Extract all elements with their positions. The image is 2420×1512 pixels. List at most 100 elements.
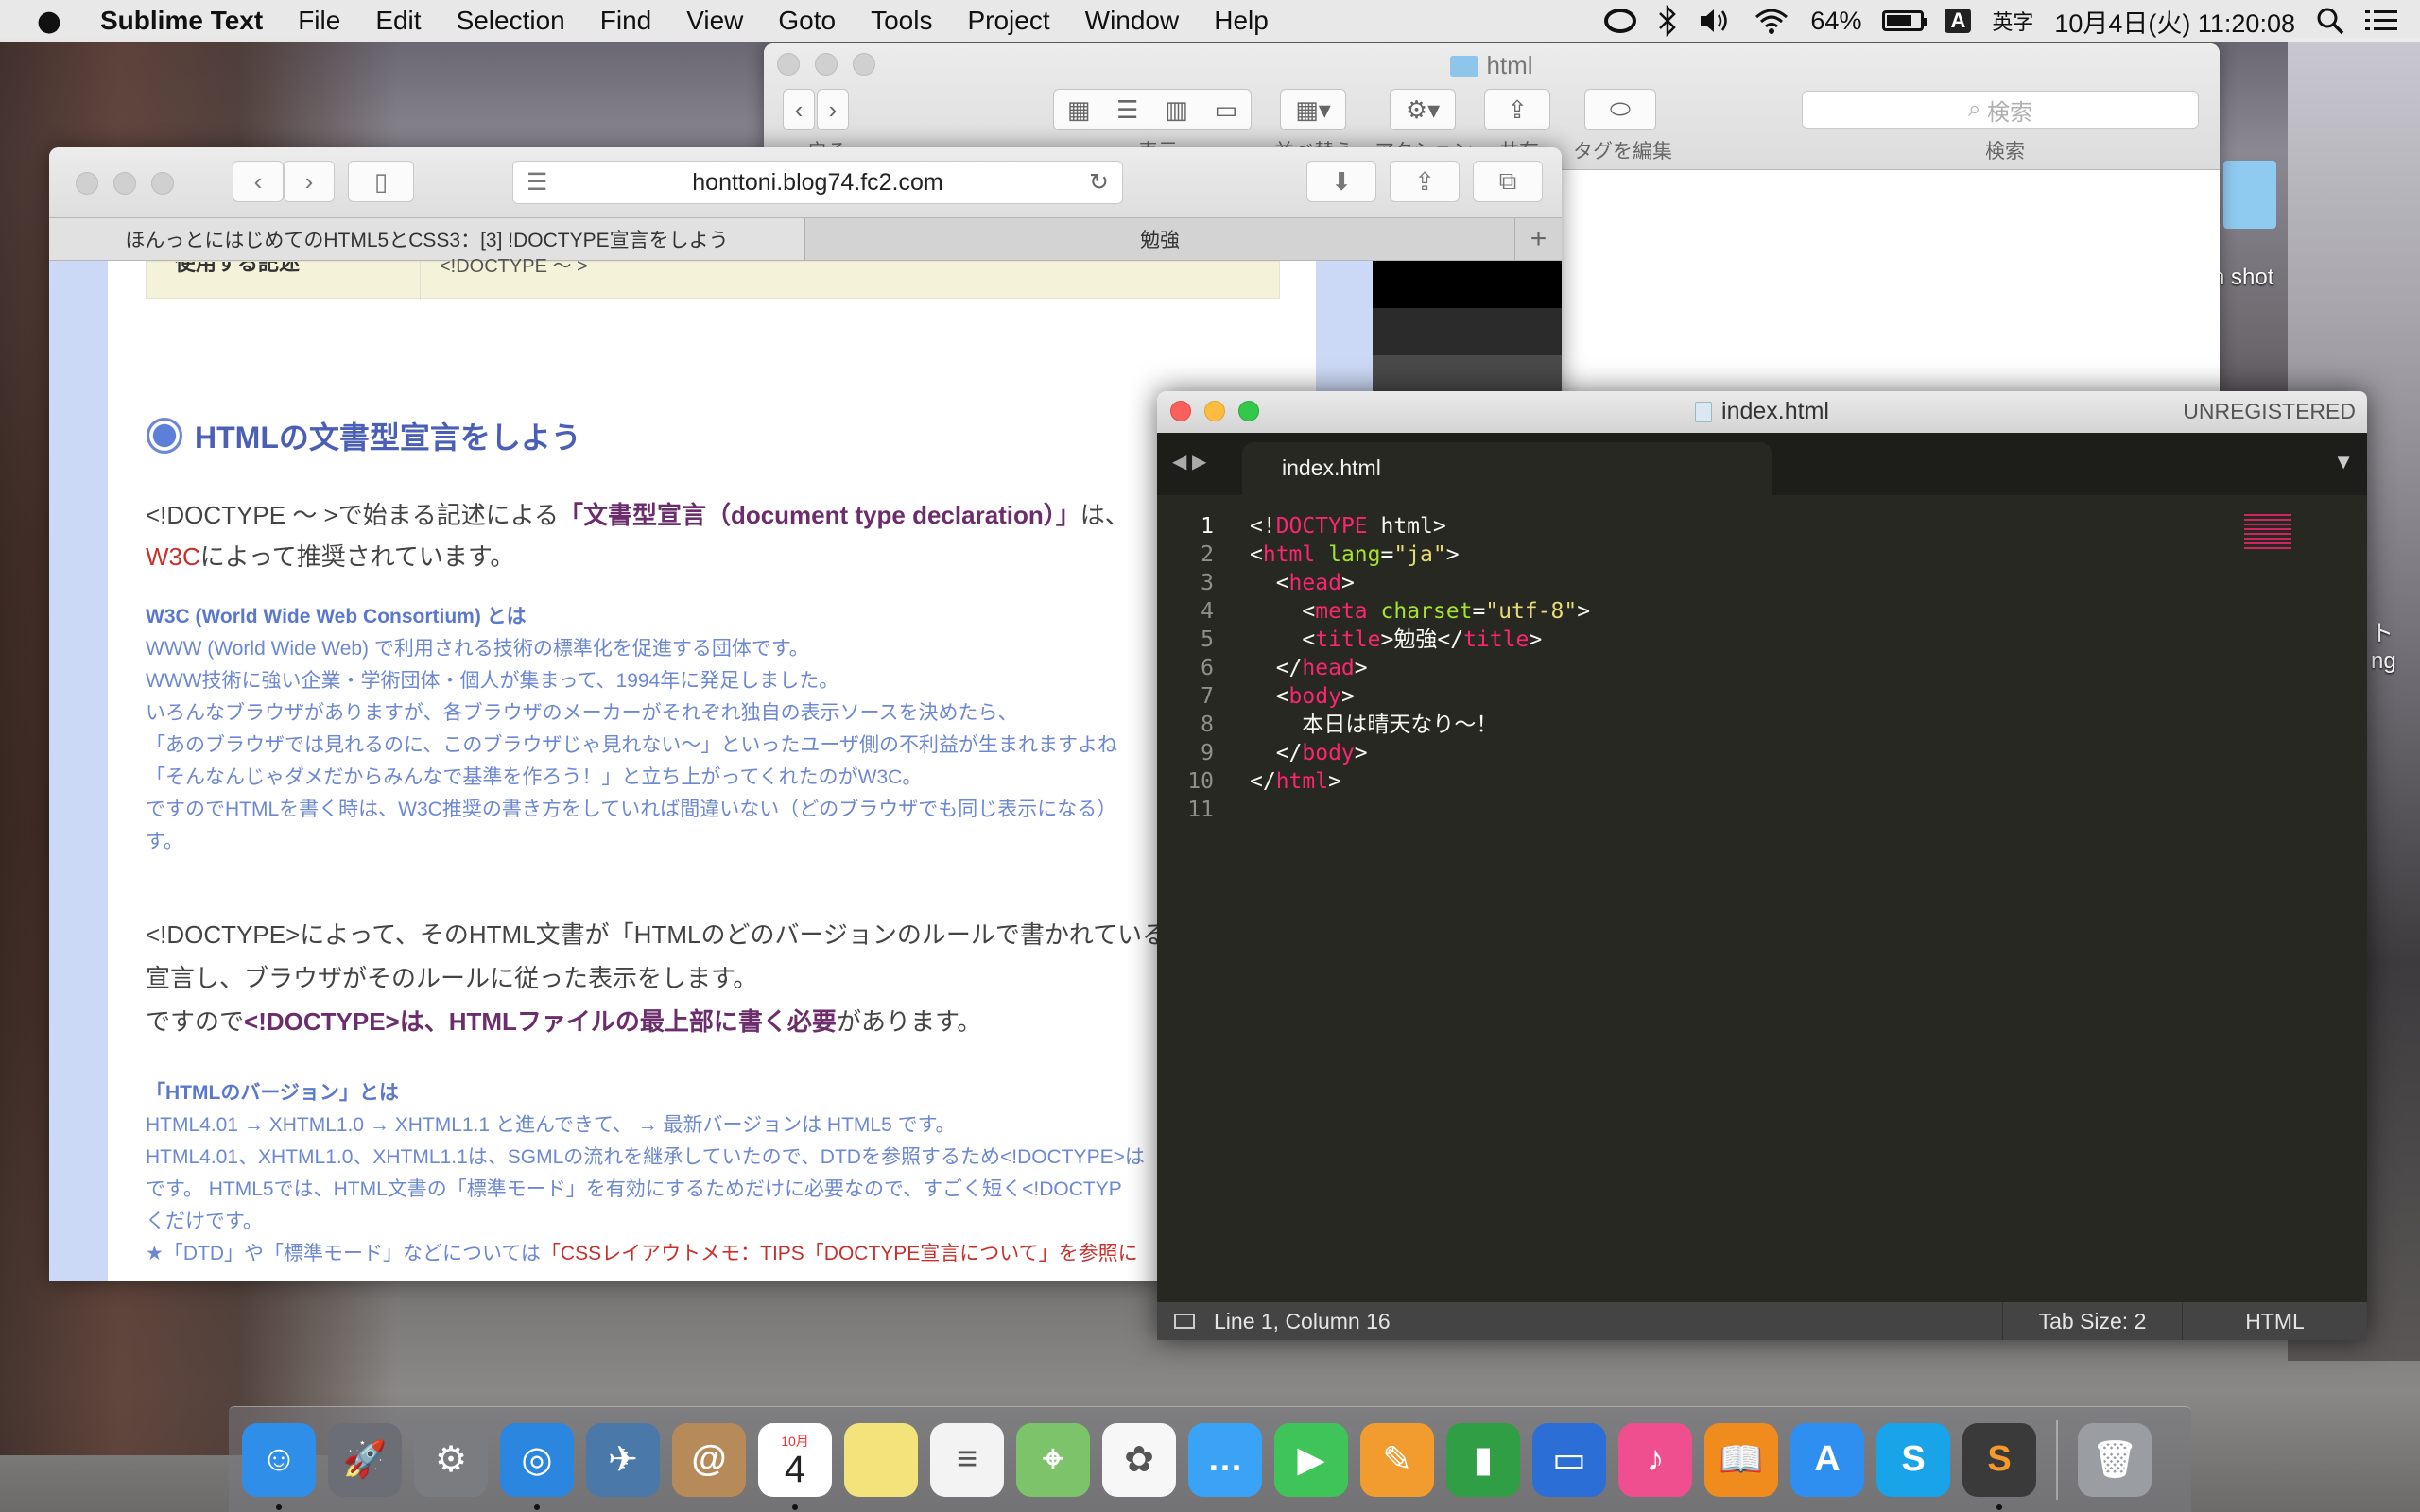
column-view-icon[interactable]: ▥ — [1165, 95, 1188, 125]
menu-file[interactable]: File — [298, 6, 340, 36]
code-line[interactable]: <body> — [1250, 682, 1590, 711]
dock-trash-icon[interactable]: 🗑 — [2078, 1422, 2152, 1497]
w3c-link[interactable]: W3C — [146, 542, 200, 571]
dock-contacts-icon[interactable]: @ — [672, 1422, 746, 1497]
list-view-icon[interactable]: ☰ — [1116, 95, 1138, 125]
dock-calendar-icon[interactable]: 10月 4 — [758, 1422, 832, 1510]
code-line[interactable]: <head> — [1250, 569, 1590, 597]
address-bar[interactable]: ☰ honttoni.blog74.fc2.com ↻ — [512, 161, 1123, 204]
desktop-item-label[interactable]: ト — [2371, 614, 2394, 647]
view-mode-control[interactable]: ▦ ☰ ▥ ▭ — [1053, 89, 1252, 130]
code-line[interactable] — [1250, 796, 1590, 824]
syntax-selector[interactable]: HTML — [2182, 1302, 2367, 1340]
app-menu[interactable]: Sublime Text — [100, 6, 263, 36]
spotlight-icon[interactable] — [2316, 7, 2344, 35]
dock-finder-icon[interactable]: ☺ — [242, 1422, 316, 1510]
dock-itunes-icon[interactable]: ♪ — [1618, 1422, 1692, 1497]
dock-ibooks-icon[interactable]: 📖 — [1704, 1422, 1778, 1497]
menu-project[interactable]: Project — [967, 6, 1049, 36]
zoom-button[interactable] — [151, 172, 174, 195]
close-button[interactable] — [76, 172, 98, 195]
dock-photos-icon[interactable]: ✿ — [1102, 1422, 1176, 1497]
notification-center-icon[interactable] — [2365, 8, 2397, 34]
apple-menu-icon[interactable]: ● — [21, 5, 78, 38]
dock-maps-icon[interactable]: ⌖ — [1016, 1422, 1090, 1497]
dock-keynote-icon[interactable]: ▭ — [1532, 1422, 1606, 1497]
tab-nav-arrows-icon[interactable]: ◀ ▶ — [1172, 450, 1206, 473]
back-button[interactable]: ‹ — [233, 161, 284, 202]
dock-pages-icon[interactable]: ✎ — [1360, 1422, 1434, 1497]
minimize-button[interactable] — [113, 172, 136, 195]
arrange-button[interactable]: ▦▾ — [1280, 89, 1346, 130]
code-line[interactable]: <meta charset="utf-8"> — [1250, 597, 1590, 626]
dock-notes-icon[interactable] — [844, 1422, 918, 1497]
dock-app-store-icon[interactable]: A — [1790, 1422, 1864, 1497]
url-text[interactable]: honttoni.blog74.fc2.com — [692, 169, 942, 197]
reader-icon[interactable]: ☰ — [527, 168, 547, 197]
code-line[interactable]: <html lang="ja"> — [1250, 541, 1590, 569]
tab-size-selector[interactable]: Tab Size: 2 — [2002, 1302, 2182, 1340]
finder-search-field[interactable]: ⌕ 検索 — [1802, 91, 2199, 129]
wifi-icon[interactable] — [1754, 7, 1789, 35]
menu-tools[interactable]: Tools — [871, 6, 932, 36]
code-line[interactable]: </head> — [1250, 654, 1590, 682]
tab-study[interactable]: 勉強 — [805, 218, 1514, 260]
code-line[interactable]: <title>勉強</title> — [1250, 626, 1590, 654]
dock-preview-icon[interactable]: ✈ — [586, 1422, 660, 1497]
menu-edit[interactable]: Edit — [375, 6, 421, 36]
desktop-item-label[interactable]: ng — [2371, 648, 2396, 675]
menu-view[interactable]: View — [686, 6, 743, 36]
battery-percent[interactable]: 64% — [1810, 7, 1861, 36]
new-tab-button[interactable]: + — [1514, 218, 1562, 260]
bluetooth-icon[interactable] — [1657, 5, 1678, 37]
tab-menu-icon[interactable]: ▼ — [2333, 450, 2354, 474]
css-layout-memo-link[interactable]: 「CSSレイアウトメモ：TIPS「DOCTYPE宣言について」を参照に — [541, 1243, 1138, 1264]
share-icon[interactable]: ⇪ — [1390, 161, 1460, 202]
panel-toggle-icon[interactable] — [1174, 1314, 1195, 1329]
menu-goto[interactable]: Goto — [778, 6, 836, 36]
dock-facetime-icon[interactable]: ▶ — [1274, 1422, 1348, 1497]
back-button[interactable]: ‹ — [783, 89, 815, 130]
share-icon[interactable]: ⇪ — [1484, 89, 1550, 130]
menu-window[interactable]: Window — [1085, 6, 1180, 36]
forward-button[interactable]: › — [817, 89, 849, 130]
tab-doctype-article[interactable]: ほんっとにはじめてのHTML5とCSS3：[3] !DOCTYPE宣言をしよう — [49, 218, 805, 260]
dock-messages-icon[interactable]: … — [1188, 1422, 1262, 1497]
reload-icon[interactable]: ↻ — [1089, 168, 1109, 197]
menu-help[interactable]: Help — [1214, 6, 1269, 36]
volume-icon[interactable] — [1699, 7, 1733, 35]
input-source-label[interactable]: 英字 — [1992, 6, 2033, 36]
downloads-icon[interactable]: ⬇ — [1306, 161, 1376, 202]
tag-icon[interactable]: ⬭ — [1584, 89, 1656, 130]
minimap[interactable] — [2244, 514, 2291, 552]
dock-sublime-text-icon[interactable]: S — [1962, 1422, 2036, 1510]
battery-icon[interactable] — [1882, 10, 1928, 31]
desktop-folder-icon[interactable] — [2223, 161, 2276, 229]
clock[interactable]: 10月4日(火) 11:20:08 — [2054, 3, 2295, 40]
dock-system-preferences-icon[interactable]: ⚙ — [414, 1422, 488, 1497]
menu-find[interactable]: Find — [600, 6, 651, 36]
cover-flow-icon[interactable]: ▭ — [1215, 95, 1238, 125]
code-editor[interactable]: 1 2 3 4 5 6 7 8 9 10 11 <!DOCTYPE html> … — [1157, 495, 2367, 1310]
dock-skype-icon[interactable]: S — [1876, 1422, 1950, 1497]
sidebar-icon[interactable]: ▯ — [348, 161, 414, 202]
icon-view-icon[interactable]: ▦ — [1067, 95, 1091, 125]
tabs-overview-icon[interactable]: ⧉ — [1473, 161, 1543, 202]
dock-launchpad-icon[interactable]: 🚀 — [328, 1422, 402, 1497]
cursor-position[interactable]: Line 1, Column 16 — [1157, 1309, 2002, 1334]
code-lines[interactable]: <!DOCTYPE html> <html lang="ja"> <head> … — [1250, 512, 1590, 824]
dock-safari-icon[interactable]: ◎ — [500, 1422, 574, 1510]
editor-tab-index[interactable]: index.html — [1242, 442, 1772, 495]
code-line[interactable]: <!DOCTYPE html> — [1250, 512, 1590, 541]
action-gear-icon[interactable]: ⚙▾ — [1390, 89, 1456, 130]
code-line[interactable]: </body> — [1250, 739, 1590, 767]
creative-cloud-icon[interactable] — [1604, 9, 1637, 33]
code-line[interactable]: </html> — [1250, 767, 1590, 796]
menu-selection[interactable]: Selection — [457, 6, 565, 36]
desktop-item-label[interactable]: n shot — [2212, 265, 2273, 291]
forward-button[interactable]: › — [284, 161, 335, 202]
dock-numbers-icon[interactable]: ▮ — [1446, 1422, 1520, 1497]
input-source-icon[interactable]: A — [1945, 9, 1972, 33]
dock-reminders-icon[interactable]: ≡ — [930, 1422, 1004, 1497]
code-line[interactable]: 本日は晴天なり～！ — [1250, 711, 1590, 739]
